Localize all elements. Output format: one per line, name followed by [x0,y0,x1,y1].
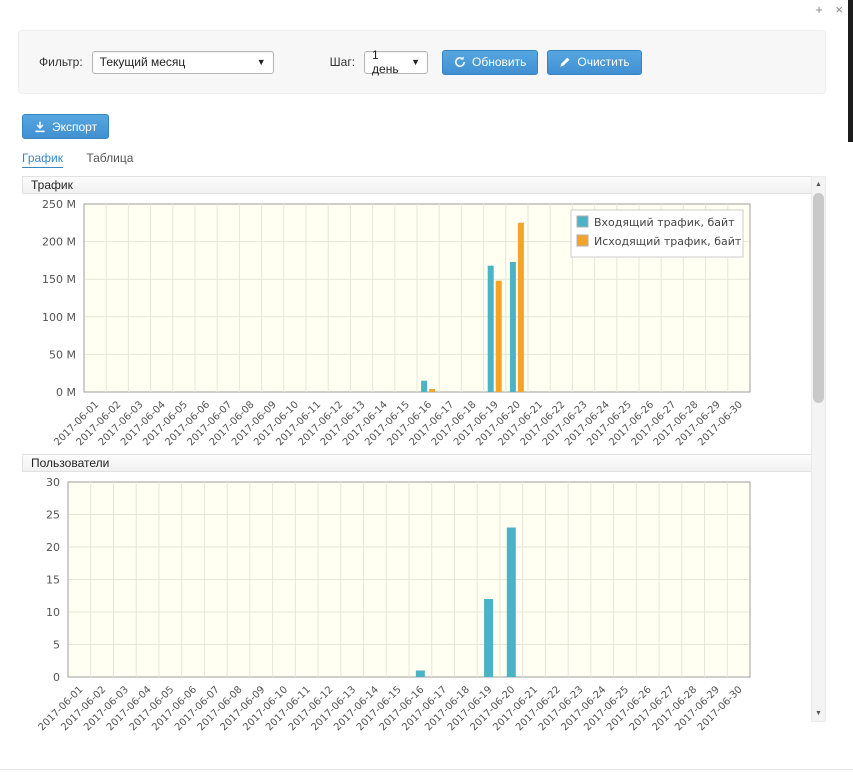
clear-button-label: Очистить [577,55,629,69]
refresh-icon [454,56,466,68]
scroll-up-icon[interactable]: ▲ [812,177,825,192]
svg-text:100 M: 100 M [42,311,76,324]
section-header-users: Пользователи [22,454,812,472]
scroll-thumb[interactable] [813,193,824,403]
chevron-down-icon: ▼ [257,57,266,67]
scrollbar[interactable]: ▲ ▼ [811,176,826,722]
add-tab-icon[interactable]: + [815,2,823,17]
svg-text:25: 25 [46,509,60,522]
users-chart-svg: 0510152025302017-06-012017-06-022017-06-… [22,472,790,739]
svg-text:50 M: 50 M [49,348,76,361]
section-header-traffic: Трафик [22,176,812,194]
chevron-down-icon: ▼ [411,57,420,67]
filter-select[interactable]: Текущий месяц ▼ [92,51,274,74]
svg-text:20: 20 [46,541,60,554]
svg-text:150 M: 150 M [42,273,76,286]
step-select[interactable]: 1 день ▼ [364,51,428,74]
svg-text:10: 10 [46,606,60,619]
svg-text:250 M: 250 M [42,198,76,211]
chart-legend: Входящий трафик, байт Исходящий трафик, б… [571,210,743,257]
close-icon[interactable]: × [835,2,843,17]
svg-text:30: 30 [46,476,60,489]
pencil-icon [559,56,571,68]
filter-select-value: Текущий месяц [100,55,186,69]
svg-text:15: 15 [46,574,60,587]
svg-text:0: 0 [53,671,60,684]
filter-panel: Фильтр: Текущий месяц ▼ Шаг: 1 день ▼ Об… [18,30,826,94]
refresh-button-label: Обновить [472,55,526,69]
step-label: Шаг: [330,55,355,69]
refresh-button[interactable]: Обновить [442,50,538,75]
step-select-value: 1 день [372,48,403,76]
svg-text:200 M: 200 M [42,236,76,249]
traffic-chart: 0 M50 M100 M150 M200 M250 M2017-06-01201… [22,194,812,454]
report-content: Трафик 0 M50 M100 M150 M200 M250 M2017-0… [22,176,812,739]
clear-button[interactable]: Очистить [547,50,641,75]
export-button[interactable]: Экспорт [22,114,109,139]
svg-text:0 M: 0 M [56,386,76,399]
window-controls: + × [806,2,843,17]
tab-chart[interactable]: График [22,151,63,168]
traffic-chart-svg: 0 M50 M100 M150 M200 M250 M2017-06-01201… [22,194,790,454]
tab-table[interactable]: Таблица [86,151,133,165]
users-chart: 0510152025302017-06-012017-06-022017-06-… [22,472,812,739]
svg-text:Входящий трафик, байт: Входящий трафик, байт [594,216,735,229]
svg-text:5: 5 [53,639,60,652]
page-bottom-divider [0,769,853,770]
app-window: + × Фильтр: Текущий месяц ▼ Шаг: 1 день … [0,0,853,783]
window-edge [848,0,853,142]
svg-text:Исходящий трафик, байт: Исходящий трафик, байт [594,235,742,248]
tab-bar: График Таблица [22,151,133,165]
scroll-down-icon[interactable]: ▼ [812,706,825,721]
export-button-label: Экспорт [52,120,97,134]
filter-label: Фильтр: [39,55,83,69]
download-icon [34,121,46,133]
